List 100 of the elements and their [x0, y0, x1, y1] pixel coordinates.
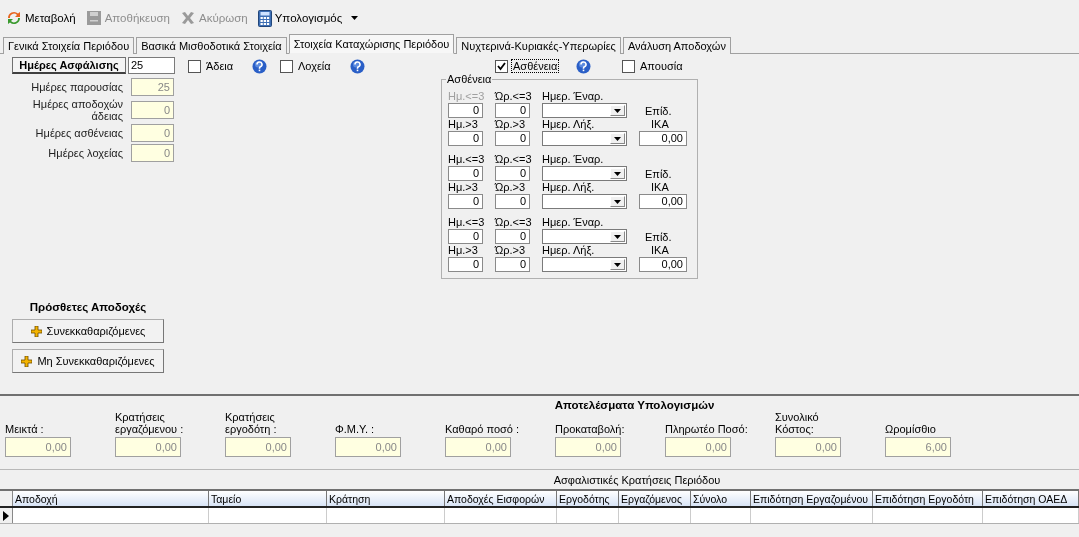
tab[interactable]: Γενικά Στοιχεία Περιόδου [3, 37, 135, 54]
field-label: ΙΚΑ [650, 181, 670, 194]
checkbox[interactable] [622, 59, 635, 73]
field-label: Συνολικό Κόστος: [775, 411, 820, 435]
table-title: Ασφαλιστικές Κρατήσεις Περιόδου [553, 474, 721, 488]
tab[interactable]: Νυχτερινά-Κυριακές-Υπερωρίες [456, 37, 621, 54]
field-label: Ώρ.<=3 [495, 90, 530, 103]
field-label: Επίδ. [644, 168, 673, 181]
column-header[interactable]: Ταμείο [209, 491, 327, 506]
column-header[interactable]: Σύνολο [691, 491, 751, 506]
field-label: Φ.Μ.Υ. : [335, 423, 376, 435]
input-field[interactable]: 0 [448, 131, 483, 146]
field-label: Ημερ. Έναρ. [542, 153, 605, 166]
checkbox-label[interactable]: Απουσία [638, 59, 685, 73]
input-field[interactable]: 0,00 [639, 257, 687, 272]
caret-icon [614, 171, 621, 176]
input-field[interactable]: 0 [448, 166, 483, 181]
input-field[interactable]: 0 [495, 103, 530, 118]
cross-icon [179, 10, 196, 26]
checkbox[interactable] [280, 59, 293, 73]
field-label: Πληρωτέο Ποσό: [665, 423, 749, 435]
checkbox[interactable] [495, 59, 508, 73]
tab[interactable]: Ανάλυση Αποδοχών [622, 37, 731, 54]
input-field[interactable]: 0 [495, 131, 530, 146]
readonly-field: 0,00 [115, 437, 181, 457]
readonly-field: 0,00 [555, 437, 621, 457]
date-dropdown[interactable] [542, 194, 627, 209]
section-title: Αποτελέσματα Υπολογισμών [554, 399, 715, 411]
readonly-field: 25 [131, 78, 174, 96]
input-field[interactable]: 0 [495, 166, 530, 181]
input-field[interactable]: 0 [495, 257, 530, 272]
field-label: Ημερ. Έναρ. [542, 90, 605, 103]
tab[interactable]: Βασικά Μισθοδοτικά Στοιχεία [136, 37, 287, 54]
toolbar-button[interactable]: Μεταβολή [4, 8, 78, 28]
checkbox[interactable] [188, 59, 201, 73]
readonly-field: 0,00 [775, 437, 841, 457]
caret-icon [614, 199, 621, 204]
date-dropdown[interactable] [542, 131, 627, 146]
field-label: ΙΚΑ [650, 118, 670, 131]
input-field[interactable]: 0 [448, 194, 483, 209]
field-label: Ώρ.>3 [495, 244, 527, 257]
date-dropdown[interactable] [542, 103, 627, 118]
column-header[interactable]: Επιδότηση ΟΑΕΔ [983, 491, 1079, 506]
column-header[interactable]: Κράτηση [327, 491, 445, 506]
column-header[interactable]: Εργαζόμενος [619, 491, 691, 506]
field-label: Ώρ.>3 [495, 118, 527, 131]
help-icon[interactable] [349, 58, 365, 74]
field-label: Καθαρό ποσό : [445, 423, 521, 435]
date-dropdown[interactable] [542, 257, 627, 272]
field-label: Ημερ. Λήξ. [542, 118, 596, 131]
field-label: Ημ.<=3 [448, 216, 483, 229]
readonly-field: 0 [131, 144, 174, 162]
column-header[interactable]: Αποδοχή [13, 491, 209, 506]
section-title: Πρόσθετες Αποδοχές [28, 301, 148, 313]
add-button[interactable]: Μη Συνεκκαθαριζόμενες [12, 349, 164, 373]
input-field[interactable]: 0,00 [639, 194, 687, 209]
field-label: Ημ.>3 [448, 181, 479, 194]
group-title: Ασθένεια [446, 73, 493, 85]
tab[interactable]: Στοιχεία Καταχώρισης Περιόδου [288, 34, 455, 54]
column-header[interactable]: Επιδότηση Εργαζομένου [751, 491, 873, 506]
field-label: Ωρομίσθιο [885, 423, 937, 435]
field-label: Ημ.<=3 [448, 90, 483, 103]
checkbox-label[interactable]: Άδεια [204, 59, 236, 73]
checkbox-label[interactable]: Ασθένεια [511, 59, 560, 73]
field-label: Ημερ. Λήξ. [542, 244, 596, 257]
add-button[interactable]: Συνεκκαθαριζόμενες [12, 319, 164, 343]
input-field[interactable]: 0 [448, 257, 483, 272]
row-pointer-icon [3, 510, 9, 521]
field-label: Ημέρες αποδοχών άδειας [31, 98, 123, 122]
help-icon[interactable] [576, 58, 592, 74]
date-dropdown[interactable] [542, 166, 627, 181]
readonly-field: 0,00 [5, 437, 71, 457]
field-label: Ημ.>3 [448, 118, 479, 131]
date-dropdown[interactable] [542, 229, 627, 244]
readonly-field: 0,00 [665, 437, 731, 457]
column-header[interactable]: Αποδοχές Εισφορών [445, 491, 557, 506]
help-icon[interactable] [252, 58, 268, 74]
toolbar-button[interactable]: Υπολογισμός [255, 7, 361, 29]
column-header[interactable]: Εργοδότης [557, 491, 619, 506]
input-field[interactable]: 0 [448, 103, 483, 118]
caret-icon [614, 262, 621, 267]
readonly-field: 0,00 [445, 437, 511, 457]
field-label: Μεικτά : [5, 423, 45, 435]
calculator-icon [257, 9, 272, 27]
field-label: Ημ.>3 [448, 244, 479, 257]
column-header[interactable]: Επιδότηση Εργοδότη [873, 491, 983, 506]
readonly-field: 0 [131, 101, 174, 119]
field-label: Ημ.<=3 [448, 153, 483, 166]
field-label: Ημέρες ασθένειας [34, 127, 123, 139]
checkbox-label[interactable]: Λοχεία [296, 59, 333, 73]
field-label: Κρατήσεις εργαζόμενου : [115, 411, 185, 435]
input-field[interactable]: 0 [495, 194, 530, 209]
field-label: Ημερ. Λήξ. [542, 181, 596, 194]
input-field[interactable]: 0,00 [639, 131, 687, 146]
input-field[interactable]: 0 [448, 229, 483, 244]
field-label: Προκαταβολή: [555, 423, 626, 435]
input-field[interactable]: 0 [495, 229, 530, 244]
readonly-field: 0 [131, 124, 174, 142]
input-field[interactable]: 25 [128, 57, 175, 74]
readonly-field: 0,00 [335, 437, 401, 457]
